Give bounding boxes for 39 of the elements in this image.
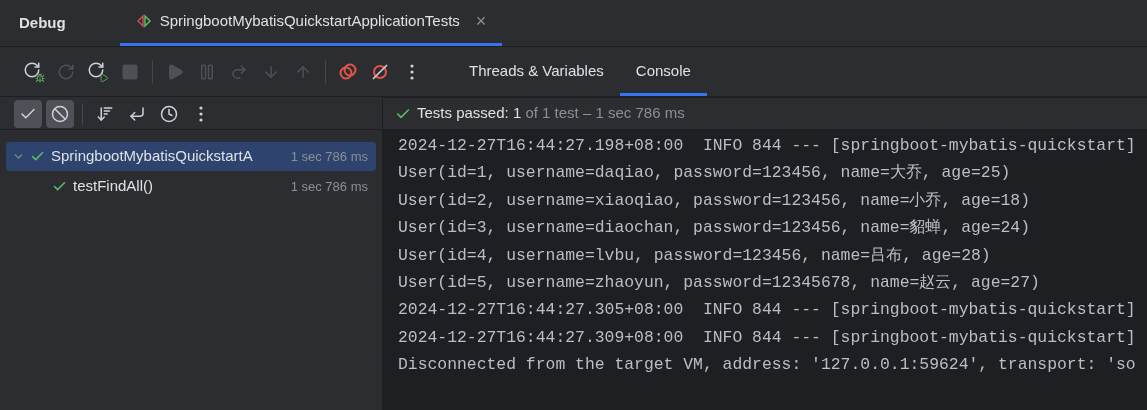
- ignored-icon: [51, 104, 69, 123]
- test-duration: 1 sec 786 ms: [290, 147, 368, 166]
- ignored-button[interactable]: [46, 99, 74, 128]
- tree-row[interactable]: SpringbootMybatisQuickstartA 1 sec 786 ms: [6, 142, 376, 171]
- step-over-icon: [230, 62, 248, 81]
- test-name: SpringbootMybatisQuickstartA: [51, 146, 254, 167]
- console-line: 2024-12-27T16:44:27.198+08:00 INFO 844 --- [springboot-mybatis-quickstart]: [398, 135, 1136, 157]
- more-icon: [410, 63, 414, 80]
- test-duration: 1 sec 786 ms: [290, 177, 368, 196]
- check-button[interactable]: [14, 99, 42, 128]
- resume-icon: [166, 62, 184, 81]
- console-line: User(id=2, username=xiaoqiao, password=123456, name=小乔, age=18): [398, 189, 1030, 212]
- rerun-play-icon: [87, 60, 109, 83]
- console-line: Disconnected from the target VM, address: '127.0.0.1:59624', transport: 'so: [398, 354, 1136, 377]
- rerun-icon: [57, 62, 75, 81]
- view-tab[interactable]: Threads & Variables: [453, 47, 620, 96]
- sort-icon: [96, 104, 114, 123]
- console-line: User(id=4, username=lvbu, password=123456, name=吕布, age=28): [398, 244, 991, 267]
- console-line: User(id=1, username=daqiao, password=123456, name=大乔, age=25): [398, 162, 1011, 185]
- more-icon: [199, 105, 203, 122]
- pause-icon: [198, 62, 216, 81]
- tab-label: SpringbootMybatisQuickstartApplicationTests: [159, 10, 460, 31]
- stop-icon: [121, 62, 139, 81]
- console-line: User(id=5, username=zhaoyun, password=12345678, name=赵云, age=27): [398, 272, 1040, 295]
- breakpoints-icon: [338, 61, 358, 82]
- test-status: Tests passed: 1 of 1 test – 1 sec 786 ms: [417, 103, 685, 124]
- session-tab[interactable]: SpringbootMybatisQuickstartApplicationTests ×: [119, 0, 503, 46]
- collapse-icon: [128, 104, 146, 123]
- mute-breakpoints-icon: [370, 61, 390, 82]
- rerun-bug-icon: [23, 60, 45, 83]
- close-button[interactable]: ×: [475, 7, 487, 35]
- console-line: 2024-12-27T16:44:27.309+08:00 INFO 844 --- [springboot-mybatis-quickstart]: [398, 326, 1136, 349]
- tree-row[interactable]: testFindAll() 1 sec 786 ms: [6, 172, 376, 201]
- console-line: User(id=3, username=diaochan, password=123456, name=貂蝉, age=24): [398, 217, 1030, 240]
- clock-icon: [160, 104, 178, 123]
- test-name: testFindAll(): [73, 176, 155, 197]
- test-class-icon: [135, 13, 152, 29]
- panel-title: Debug: [19, 12, 66, 33]
- console-line: 2024-12-27T16:44:27.305+08:00 INFO 844 --- [springboot-mybatis-quickstart]: [398, 299, 1136, 322]
